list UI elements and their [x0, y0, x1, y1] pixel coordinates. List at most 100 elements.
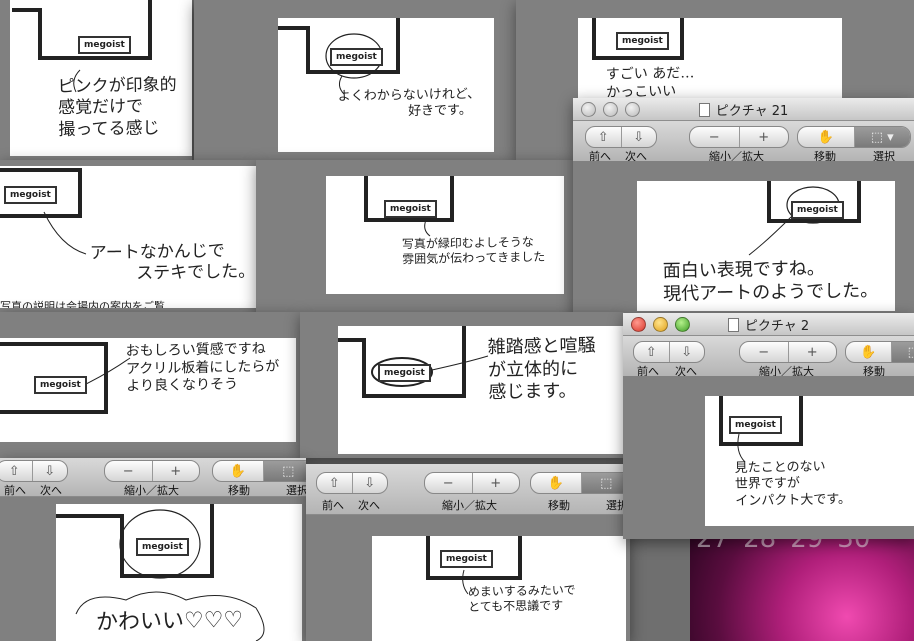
- zoom-in-button[interactable]: +: [740, 127, 789, 147]
- minimize-button[interactable]: [653, 317, 668, 332]
- window-titlebar[interactable]: ピクチャ 2: [623, 313, 914, 336]
- zoom-control: − +: [739, 341, 837, 363]
- handwritten-comment: 面白い表現ですね。 現代アートのようでした。: [662, 258, 879, 305]
- hand-move-icon[interactable]: ✋: [798, 127, 855, 147]
- comment-card-image: megoist 面白い表現ですね。 現代アートのようでした。: [637, 181, 895, 311]
- preview-window-5[interactable]: megoist アートなかんじで ステキでした。 写真の説明は会場内の案内をご覧: [0, 160, 256, 312]
- megoist-logo: megoist: [791, 201, 844, 219]
- zoom-out-button[interactable]: −: [425, 473, 473, 493]
- document-icon: [698, 103, 710, 117]
- preview-window-picture-2[interactable]: ピクチャ 2 ⇧ ⇩ 前へ 次へ − + 縮小／拡大 ✋ ⬚ 移動 megois…: [623, 313, 914, 539]
- zoom-out-button[interactable]: −: [690, 127, 740, 147]
- megoist-logo: megoist: [136, 538, 189, 556]
- preview-window-picture-21[interactable]: ピクチャ 21 ⇧ ⇩ 前へ 次へ − + 縮小／拡大 ✋ ⬚ ▾ 移動 選択 …: [573, 98, 914, 318]
- prev-next-control: ⇧ ⇩: [585, 126, 657, 148]
- comment-card-image: megoist めまいするみたいで とても不思議です: [372, 536, 626, 641]
- minimize-button[interactable]: [603, 102, 618, 117]
- handwritten-comment: めまいするみたいで とても不思議です: [467, 583, 576, 614]
- prev-next-control: ⇧ ⇩: [0, 460, 68, 482]
- zoom-out-button[interactable]: −: [105, 461, 153, 481]
- megoist-logo: megoist: [330, 48, 383, 66]
- window-title: ピクチャ 21: [715, 103, 789, 119]
- megoist-logo: megoist: [4, 186, 57, 204]
- zoom-in-button[interactable]: +: [153, 461, 200, 481]
- window-title: ピクチャ 2: [744, 318, 810, 334]
- zoom-control: − +: [424, 472, 520, 494]
- zoom-control: − +: [104, 460, 200, 482]
- window-content: megoist 面白い表現ですね。 現代アートのようでした。: [573, 161, 914, 318]
- comment-card-image: megoist おもしろい質感ですね アクリル板着にしたらが より良くなりそう: [0, 338, 296, 442]
- document-icon: [727, 318, 739, 332]
- megoist-logo: megoist: [729, 416, 782, 434]
- preview-toolbar: ⇧ ⇩ 前へ 次へ − + 縮小／拡大 ✋ ⬚ 移動 選択: [0, 458, 306, 497]
- window-content: megoist 見たことのない 世界ですが インパクト大です。: [623, 376, 914, 539]
- preview-toolbar: ⇧ ⇩ 前へ 次へ − + 縮小／拡大 ✋ ⬚ ▾ 移動 選択: [573, 121, 914, 163]
- arrow-down-icon[interactable]: ⇩: [622, 127, 657, 147]
- preview-window-1[interactable]: megoist ピンクが印象的 感覚だけで 撮ってる感じ: [0, 0, 192, 160]
- prev-next-control: ⇧ ⇩: [316, 472, 388, 494]
- megoist-logo: megoist: [384, 200, 437, 218]
- preview-window-2[interactable]: megoist よくわからないけれど、 好きです。: [194, 0, 516, 160]
- comment-card-image: megoist かわいい♡♡♡: [56, 504, 302, 641]
- zoom-in-button[interactable]: +: [789, 342, 837, 362]
- zoom-button[interactable]: [625, 102, 640, 117]
- comment-card-image: megoist 見たことのない 世界ですが インパクト大です。: [705, 396, 914, 526]
- select-marquee-icon[interactable]: ⬚: [891, 342, 914, 362]
- preview-window-11[interactable]: ⇧ ⇩ 前へ 次へ − + 縮小／拡大 ✋ ⬚ 移動 選択 megoist めま…: [306, 464, 630, 641]
- arrow-down-icon[interactable]: ⇩: [670, 342, 705, 362]
- comment-card-image: megoist 雑踏感と喧騒 が立体的に 感じます。: [338, 326, 624, 454]
- move-label: 移動: [548, 499, 570, 512]
- tool-control: ✋ ⬚: [530, 472, 630, 494]
- arrow-up-icon[interactable]: ⇧: [0, 461, 33, 481]
- select-marquee-icon[interactable]: ⬚: [263, 461, 306, 481]
- comment-card-image: megoist アートなかんじで ステキでした。 写真の説明は会場内の案内をご覧: [0, 166, 256, 308]
- handwritten-comment: かわいい♡♡♡: [95, 607, 244, 636]
- next-label: 次へ: [358, 499, 380, 512]
- handwritten-comment: 写真が緑印むよしそうな 雰囲気が伝わってきました: [401, 234, 546, 267]
- arrow-up-icon[interactable]: ⇧: [586, 127, 622, 147]
- hand-move-icon[interactable]: ✋: [846, 342, 892, 362]
- next-label: 次へ: [40, 484, 62, 497]
- preview-window-8[interactable]: megoist 雑踏感と喧騒 が立体的に 感じます。: [300, 312, 624, 458]
- hand-move-icon[interactable]: ✋: [531, 473, 582, 493]
- preview-toolbar: ⇧ ⇩ 前へ 次へ − + 縮小／拡大 ✋ ⬚ 移動: [623, 336, 914, 378]
- move-label: 移動: [228, 484, 250, 497]
- window-controls: [581, 102, 640, 117]
- window-controls: [631, 317, 690, 332]
- handwritten-comment: ピンクが印象的 感覚だけで 撮ってる感じ: [57, 74, 177, 140]
- zoom-label: 縮小／拡大: [124, 484, 179, 497]
- preview-window-7[interactable]: megoist おもしろい質感ですね アクリル板着にしたらが より良くなりそう: [0, 312, 300, 458]
- megoist-logo: megoist: [78, 36, 131, 54]
- megoist-logo: megoist: [378, 364, 431, 382]
- megoist-logo: megoist: [616, 32, 669, 50]
- sketch-frame: [278, 18, 400, 95]
- handwritten-comment: 雑踏感と喧騒 が立体的に 感じます。: [487, 335, 596, 403]
- zoom-in-button[interactable]: +: [473, 473, 520, 493]
- zoom-control: − +: [689, 126, 789, 148]
- megoist-logo: megoist: [34, 376, 87, 394]
- arrow-up-icon[interactable]: ⇧: [317, 473, 353, 493]
- comment-card-image: megoist 写真が緑印むよしそうな 雰囲気が伝わってきました: [326, 176, 564, 294]
- preview-window-10[interactable]: ⇧ ⇩ 前へ 次へ − + 縮小／拡大 ✋ ⬚ 移動 選択 megoist かわ…: [0, 458, 306, 641]
- hand-move-icon[interactable]: ✋: [213, 461, 264, 481]
- handwritten-comment: よくわからないけれど、 好きです。: [337, 86, 481, 120]
- comment-card-image: megoist ピンクが印象的 感覚だけで 撮ってる感じ: [10, 0, 192, 156]
- arrow-up-icon[interactable]: ⇧: [634, 342, 670, 362]
- zoom-out-button[interactable]: −: [740, 342, 789, 362]
- prev-label: 前へ: [322, 499, 344, 512]
- preview-window-6[interactable]: megoist 写真が緑印むよしそうな 雰囲気が伝わってきました: [256, 160, 576, 312]
- arrow-down-icon[interactable]: ⇩: [353, 473, 388, 493]
- preview-toolbar: ⇧ ⇩ 前へ 次へ − + 縮小／拡大 ✋ ⬚ 移動 選択: [306, 464, 630, 515]
- zoom-button[interactable]: [675, 317, 690, 332]
- handwritten-comment: すごい あだ… かっこいい: [605, 65, 695, 101]
- handwritten-comment: 見たことのない 世界ですが インパクト大です。: [734, 459, 852, 509]
- caption-text: 写真の説明は会場内の案内をご覧: [0, 300, 165, 308]
- zoom-label: 縮小／拡大: [442, 499, 497, 512]
- select-marquee-icon[interactable]: ⬚ ▾: [854, 127, 910, 147]
- close-button[interactable]: [631, 317, 646, 332]
- arrow-down-icon[interactable]: ⇩: [33, 461, 68, 481]
- select-label: 選択: [286, 484, 306, 497]
- close-button[interactable]: [581, 102, 596, 117]
- window-titlebar[interactable]: ピクチャ 21: [573, 98, 914, 121]
- handwritten-comment: アートなかんじで ステキでした。: [89, 241, 256, 284]
